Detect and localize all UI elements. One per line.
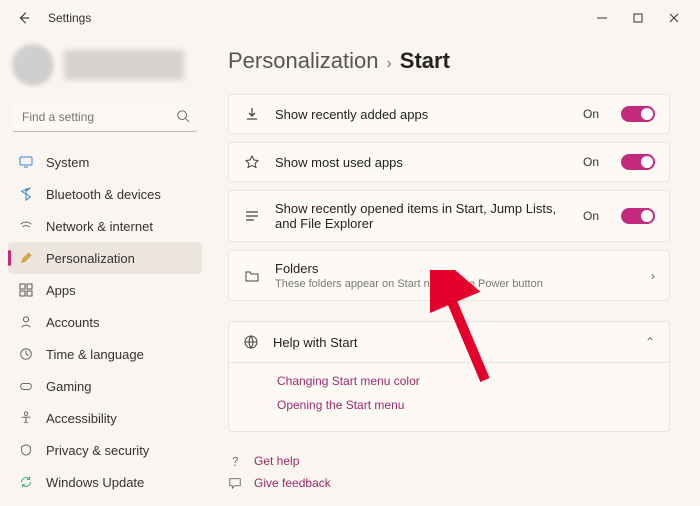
setting-folders[interactable]: Folders These folders appear on Start ne… — [228, 250, 670, 301]
folder-icon — [243, 267, 261, 285]
help-title: Help with Start — [273, 335, 631, 350]
setting-recently-added[interactable]: Show recently added apps On — [228, 94, 670, 134]
search-box[interactable] — [12, 102, 198, 132]
window-title: Settings — [48, 11, 91, 25]
setting-recent-items[interactable]: Show recently opened items in Start, Jum… — [228, 190, 670, 242]
nav-list: System Bluetooth & devices Network & int… — [8, 146, 202, 498]
help-links: Changing Start menu color Opening the St… — [229, 362, 669, 431]
feedback-icon — [228, 476, 244, 490]
sidebar-item-label: Windows Update — [46, 475, 144, 490]
sidebar-item-personalization[interactable]: Personalization — [8, 242, 202, 274]
toggle-state: On — [583, 155, 599, 169]
sidebar-item-time[interactable]: Time & language — [8, 338, 202, 370]
setting-label: Folders These folders appear on Start ne… — [275, 261, 637, 290]
sidebar-item-label: Network & internet — [46, 219, 153, 234]
breadcrumb: Personalization › Start — [228, 48, 670, 74]
sidebar-item-gaming[interactable]: Gaming — [8, 370, 202, 402]
sidebar-item-label: Bluetooth & devices — [46, 187, 161, 202]
setting-label: Show recently added apps — [275, 107, 569, 122]
sidebar-item-privacy[interactable]: Privacy & security — [8, 434, 202, 466]
toggle-switch[interactable] — [621, 106, 655, 122]
give-feedback-link[interactable]: Give feedback — [228, 472, 670, 494]
search-input[interactable] — [12, 102, 198, 132]
main-panel: Personalization › Start Show recently ad… — [210, 36, 700, 506]
accessibility-icon — [18, 410, 34, 426]
get-help-link[interactable]: Get help — [228, 450, 670, 472]
help-link-color[interactable]: Changing Start menu color — [277, 369, 655, 393]
update-icon — [18, 474, 34, 490]
footer-links: Get help Give feedback — [228, 450, 670, 494]
toggle-switch[interactable] — [621, 208, 655, 224]
maximize-button[interactable] — [620, 2, 656, 34]
chevron-right-icon: › — [386, 55, 391, 73]
sidebar-item-label: Privacy & security — [46, 443, 149, 458]
accounts-icon — [18, 314, 34, 330]
gaming-icon — [18, 378, 34, 394]
toggle-state: On — [583, 209, 599, 223]
bluetooth-icon — [18, 186, 34, 202]
toggle-switch[interactable] — [621, 154, 655, 170]
star-icon — [243, 153, 261, 171]
download-icon — [243, 105, 261, 123]
globe-icon — [243, 334, 259, 350]
help-header[interactable]: Help with Start ⌃ — [229, 322, 669, 362]
chevron-up-icon: ⌃ — [645, 335, 655, 349]
sidebar-item-apps[interactable]: Apps — [8, 274, 202, 306]
sidebar: System Bluetooth & devices Network & int… — [0, 36, 210, 506]
system-icon — [18, 154, 34, 170]
chevron-right-icon: › — [651, 269, 655, 283]
sidebar-item-label: Accessibility — [46, 411, 117, 426]
window-controls — [584, 2, 692, 34]
breadcrumb-parent[interactable]: Personalization — [228, 48, 378, 74]
list-icon — [243, 207, 261, 225]
sidebar-item-label: Accounts — [46, 315, 99, 330]
setting-subtext: These folders appear on Start next to th… — [275, 278, 637, 290]
toggle-state: On — [583, 107, 599, 121]
sidebar-item-bluetooth[interactable]: Bluetooth & devices — [8, 178, 202, 210]
minimize-button[interactable] — [584, 2, 620, 34]
avatar — [12, 44, 54, 86]
wifi-icon — [18, 218, 34, 234]
arrow-left-icon — [17, 11, 31, 25]
sidebar-item-label: System — [46, 155, 89, 170]
help-icon — [228, 454, 244, 468]
privacy-icon — [18, 442, 34, 458]
sidebar-item-label: Gaming — [46, 379, 92, 394]
help-section: Help with Start ⌃ Changing Start menu co… — [228, 321, 670, 432]
setting-most-used[interactable]: Show most used apps On — [228, 142, 670, 182]
sidebar-item-network[interactable]: Network & internet — [8, 210, 202, 242]
profile-name — [64, 50, 184, 80]
search-icon — [176, 109, 190, 123]
time-icon — [18, 346, 34, 362]
sidebar-item-update[interactable]: Windows Update — [8, 466, 202, 498]
sidebar-item-label: Time & language — [46, 347, 144, 362]
apps-icon — [18, 282, 34, 298]
help-link-open[interactable]: Opening the Start menu — [277, 393, 655, 417]
close-button[interactable] — [656, 2, 692, 34]
setting-label: Show most used apps — [275, 155, 569, 170]
personalization-icon — [18, 250, 34, 266]
profile-section[interactable] — [8, 36, 202, 98]
sidebar-item-system[interactable]: System — [8, 146, 202, 178]
sidebar-item-accounts[interactable]: Accounts — [8, 306, 202, 338]
setting-label: Show recently opened items in Start, Jum… — [275, 201, 569, 231]
breadcrumb-current: Start — [400, 48, 450, 74]
sidebar-item-label: Personalization — [46, 251, 135, 266]
sidebar-item-accessibility[interactable]: Accessibility — [8, 402, 202, 434]
title-bar: Settings — [0, 0, 700, 36]
back-button[interactable] — [8, 2, 40, 34]
sidebar-item-label: Apps — [46, 283, 76, 298]
